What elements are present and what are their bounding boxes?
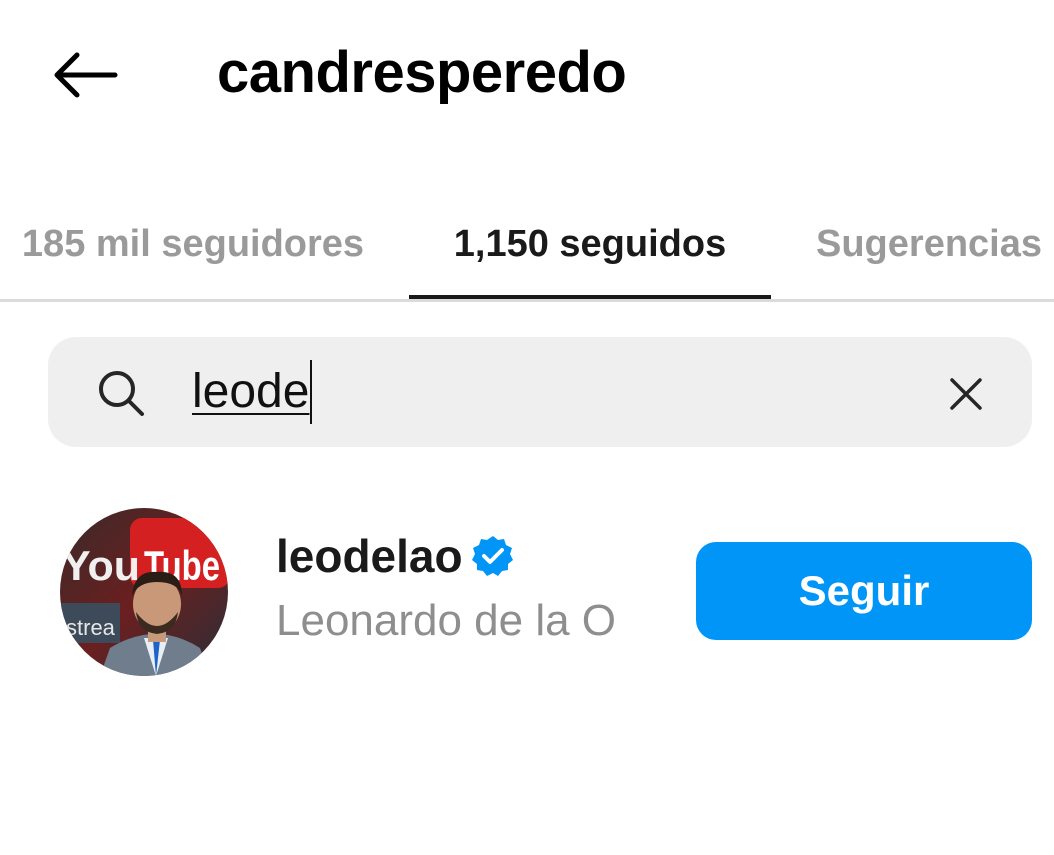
follow-button[interactable]: Seguir — [696, 542, 1032, 640]
full-name: Leonardo de la O — [276, 596, 617, 645]
search-icon — [99, 371, 144, 416]
clear-search-button[interactable] — [940, 368, 992, 420]
avatar[interactable]: You Tube strea — [60, 508, 228, 676]
avatar-text-stream: strea — [66, 615, 116, 640]
close-icon — [950, 378, 982, 410]
avatar-text-you: You — [62, 542, 140, 589]
tab-suggestions[interactable]: Sugerencias — [790, 190, 1054, 298]
page-title: candresperedo — [217, 40, 627, 105]
tab-following[interactable]: 1,150 seguidos — [409, 190, 771, 298]
username[interactable]: leodelao — [276, 528, 463, 584]
search-input[interactable]: leode — [192, 360, 313, 424]
follow-tabs: 185 mil seguidores 1,150 seguidos Sugere… — [0, 190, 1054, 302]
list-item[interactable]: You Tube strea leodelao Leonardo de la O… — [0, 500, 1054, 690]
top-bar: candresperedo — [0, 0, 1054, 150]
arrow-left-icon — [54, 52, 118, 98]
back-button[interactable] — [44, 40, 124, 110]
verified-badge-icon — [472, 536, 513, 576]
divider — [0, 299, 1054, 302]
tab-followers[interactable]: 185 mil seguidores — [0, 190, 386, 298]
